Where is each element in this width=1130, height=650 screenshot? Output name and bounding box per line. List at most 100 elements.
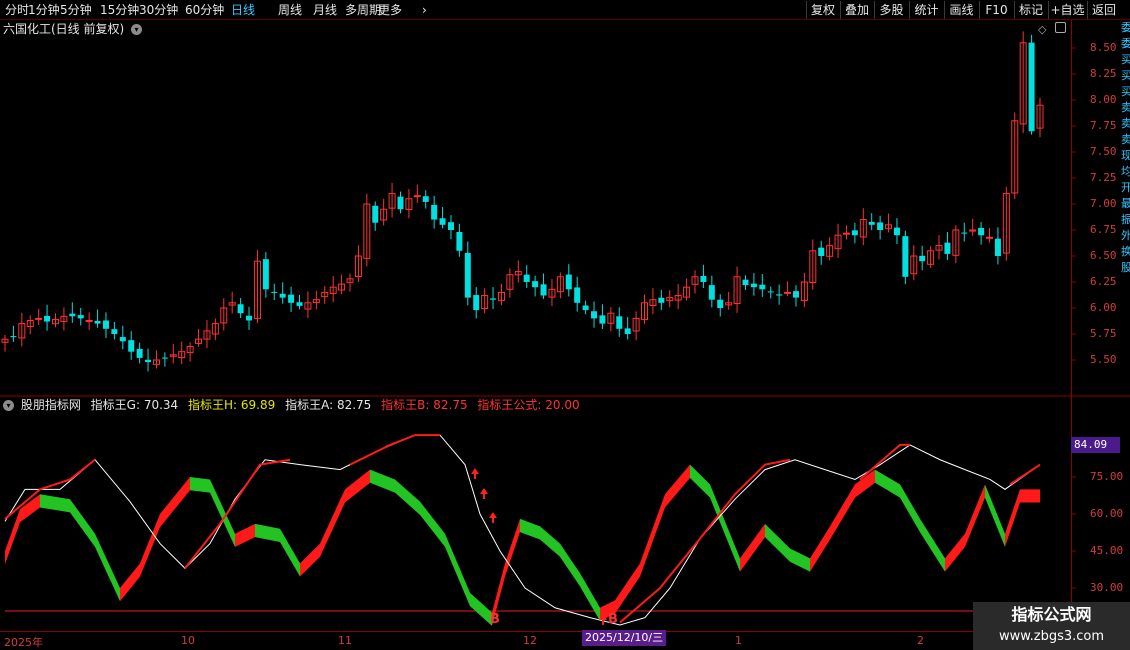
bear-band-segment	[560, 543, 580, 587]
bear-band-segment	[875, 469, 900, 498]
indicator-tick-label: 45.00	[1090, 544, 1124, 557]
buy-arrow-icon	[489, 512, 497, 523]
candle-body-down	[624, 328, 631, 334]
indicator-tick-label: 75.00	[1090, 470, 1124, 483]
indicator-tick-label: 30.00	[1090, 581, 1124, 594]
bull-band-segment	[1005, 489, 1020, 547]
price-axis	[1071, 20, 1121, 632]
bull-band-segment	[345, 469, 370, 503]
candle-body-down	[119, 337, 126, 342]
candle-body-down	[439, 218, 446, 225]
candle-body-down	[94, 320, 101, 324]
price-tick-label: 6.00	[1090, 301, 1117, 314]
bull-band-segment	[1020, 489, 1040, 503]
candle-body-down	[961, 232, 968, 234]
candle-body-down	[919, 255, 926, 262]
price-tick-label: 6.75	[1090, 223, 1117, 236]
indicator-value-b: 指标王B: 82.75	[381, 398, 468, 412]
candle-body-down	[447, 222, 454, 230]
side-info-strip: 委委买买买卖卖卖现均开最振外换股	[1121, 21, 1130, 274]
bull-band-segment	[945, 533, 965, 572]
time-label-dec: 12	[523, 634, 537, 647]
candle-body-down	[422, 196, 429, 202]
indicator-value-formula: 指标王公式: 20.00	[477, 398, 580, 412]
candle-body-down	[750, 283, 757, 288]
candle-body-down	[565, 274, 572, 290]
time-label-2025: 2025年	[4, 636, 43, 649]
candle-body-up	[784, 291, 792, 294]
bear-band-segment	[40, 494, 70, 513]
candle-body-down	[490, 298, 497, 300]
price-tick-label: 8.00	[1090, 93, 1117, 106]
time-label-jan: 1	[735, 634, 742, 647]
candle-body-up	[413, 195, 421, 198]
candle-body-up	[35, 317, 43, 320]
indicator-name: 股朋指标网	[20, 398, 81, 412]
candle-body-down	[532, 281, 539, 288]
chevron-down-icon[interactable]: ▾	[3, 400, 14, 411]
bear-band-segment	[470, 592, 492, 626]
candle-body-down	[574, 287, 581, 303]
bear-band-segment	[280, 528, 300, 577]
candle-body-down	[523, 274, 530, 282]
candle-body-down	[944, 242, 951, 254]
watermark-title: 指标公式网	[1011, 605, 1092, 624]
candle-body-down	[792, 291, 799, 298]
candle-body-down	[818, 247, 825, 256]
price-tick-label: 7.00	[1090, 197, 1117, 210]
bear-band-segment	[520, 518, 540, 540]
candle-body-down	[540, 284, 547, 296]
candle-body-down	[616, 316, 623, 329]
bear-band-segment	[710, 484, 740, 572]
bull-band-segment	[810, 526, 830, 572]
candle-body-up	[842, 232, 850, 235]
indicator-line-red	[184, 458, 291, 569]
bear-band-segment	[445, 533, 470, 607]
bear-band-segment	[190, 477, 210, 493]
candle-body-down	[111, 329, 118, 334]
candle-body-down	[658, 297, 665, 303]
buy-arrow-icon	[480, 488, 488, 499]
chart-canvas: BB	[0, 31, 1130, 627]
candle-body-down	[1028, 42, 1035, 132]
price-tick-label: 6.50	[1090, 249, 1117, 262]
candle-body-down	[128, 340, 135, 352]
candle-body-down	[44, 315, 51, 322]
indicator-current-tag: 84.09	[1071, 437, 1120, 453]
candle-body-down	[742, 279, 749, 286]
indicator-value-g: 指标王G: 70.34	[90, 398, 179, 412]
bear-band-segment	[70, 499, 95, 547]
bull-band-segment	[830, 484, 855, 540]
price-tick-label: 8.50	[1090, 41, 1117, 54]
bull-band-segment	[300, 543, 320, 577]
bull-band-segment	[320, 489, 345, 557]
indicator-value-h: 指标王H: 69.89	[188, 398, 276, 412]
candle-body-down	[473, 295, 480, 311]
indicator-line-red	[349, 434, 440, 466]
bull-band-segment	[235, 523, 255, 547]
candle-body-down	[372, 205, 379, 223]
candle-body-down	[262, 259, 269, 290]
candle-body-down	[69, 313, 76, 317]
indicator-value-a: 指标王A: 82.75	[285, 398, 372, 412]
price-tick-label: 7.25	[1090, 171, 1117, 184]
indicator-tick-label: 60.00	[1090, 507, 1124, 520]
candle-body-down	[397, 196, 404, 210]
bull-band-segment	[965, 484, 985, 547]
bear-band-segment	[985, 484, 1005, 547]
candle-body-down	[759, 284, 766, 290]
indicator-line-red	[1009, 463, 1041, 486]
bear-band-segment	[370, 469, 395, 493]
candle-body-down	[978, 227, 985, 236]
candle-body-down	[456, 231, 463, 251]
bull-band-segment	[120, 563, 140, 602]
candle-body-down	[136, 348, 143, 358]
price-tick-label: 5.50	[1090, 353, 1117, 366]
candle-body-down	[902, 236, 909, 277]
bull-band-segment	[640, 494, 665, 577]
watermark-url: www.zbgs3.com	[998, 629, 1105, 644]
candle-body-down	[994, 238, 1001, 256]
bear-band-segment	[540, 526, 560, 557]
bear-band-segment	[900, 484, 920, 533]
bear-band-segment	[255, 523, 280, 542]
